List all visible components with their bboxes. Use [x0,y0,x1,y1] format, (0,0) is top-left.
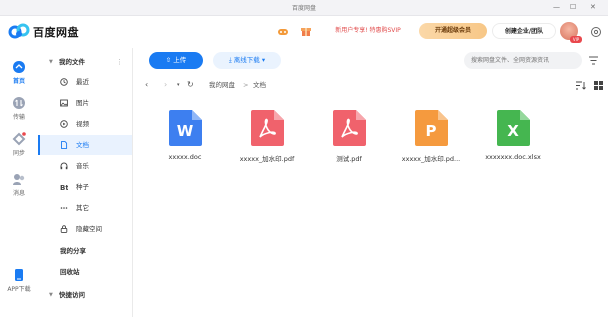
file-item[interactable]: W xxxxx.doc [143,110,227,161]
rail-label-sync: 同步 [12,150,25,157]
nav-item-images[interactable]: 图片 [38,93,132,113]
file-item[interactable]: 测试.pdf [307,110,391,163]
file-name: 测试.pdf [336,155,362,163]
word-file-icon: W [169,110,202,146]
message-icon [13,174,25,185]
svg-text:W: W [177,122,194,140]
upload-button[interactable]: ⇧ 上传 [149,52,203,69]
rail-label-transfer: 传输 [12,114,25,121]
window-title: 百度网盘 [291,5,316,12]
svg-text:X: X [507,122,519,140]
file-name: xxxxx_加水印.pdf [239,155,295,163]
rail-label-message: 消息 [12,190,25,197]
rail-item-home[interactable]: 首页 [0,60,38,85]
create-enterprise-button[interactable]: 创建企业/团队 [492,23,556,39]
rail-label-home: 首页 [12,78,25,85]
pdf-file-icon [333,110,366,146]
toolbar: ⇧ 上传 ⤓ 离线下载 ▾ [133,48,608,74]
svg-text:P: P [426,122,437,140]
history-dropdown-icon[interactable]: ▾ [177,79,180,91]
forward-arrow-icon[interactable]: › [164,79,167,91]
more-icon [60,207,68,209]
game-icon[interactable] [277,25,289,37]
rail-item-sync[interactable]: 同步 [0,132,38,157]
offline-download-button[interactable]: ⤓ 离线下载 ▾ [213,52,281,69]
maximize-button[interactable]: ☐ [570,2,576,12]
headphones-icon [60,162,68,170]
nav-my-share[interactable]: 我的分享 [38,241,132,261]
gear-icon[interactable] [590,26,602,38]
file-item[interactable]: X xxxxxxx.doc.xlsx [471,110,555,161]
lock-icon [60,225,68,233]
nav-item-hidden-space[interactable]: 隐藏空间 [38,219,132,239]
vip-badge: VIP [570,36,582,43]
title-bar: 百度网盘 — ☐ ✕ [0,0,608,16]
rail-label-app-download: APP下载 [7,286,31,293]
file-nav-panel: ▼ 我的文件 ⋮ 最近 图片 视频 文档 音乐 Bt 种子 其它 隐藏空间 我的… [38,48,133,317]
torrent-icon: Bt [60,184,68,191]
excel-file-icon: X [497,110,530,146]
close-button[interactable]: ✕ [590,2,596,12]
nav-item-others[interactable]: 其它 [38,198,132,218]
nav-recycle-bin[interactable]: 回收站 [38,262,132,282]
ppt-file-icon: P [415,110,448,146]
file-item[interactable]: xxxxx_加水印.pdf [225,110,309,163]
back-arrow-icon[interactable]: ‹ [145,79,148,91]
open-vip-button[interactable]: 开通超级会员 [419,23,487,39]
file-name: xxxxx_加水印.pd... [401,155,461,163]
nav-item-recent[interactable]: 最近 [38,72,132,92]
rail-item-transfer[interactable]: 传输 [0,96,38,121]
home-icon [13,61,25,73]
chevron-down-icon: ▾ [259,56,266,64]
transfer-icon [13,97,25,109]
file-name: xxxxx.doc [168,153,202,161]
left-rail: 首页 传输 同步 消息 APP下载 [0,48,38,317]
nav-item-torrents[interactable]: Bt 种子 [38,177,132,197]
grid-view-icon[interactable] [593,80,604,91]
app-window: 百度网盘 — ☐ ✕ 百度网盘 新用户专享! 特惠购SVIP 开通超级会员 创建… [0,0,608,317]
header: 百度网盘 新用户专享! 特惠购SVIP 开通超级会员 创建企业/团队 VIP [0,16,608,48]
rail-item-message[interactable]: 消息 [0,172,38,197]
document-icon [61,141,68,149]
nav-quick-access[interactable]: ▼ 快捷访问 [38,285,132,305]
sort-icon[interactable] [575,80,586,91]
chevron-down-icon: ▼ [49,59,53,65]
clock-icon [60,78,68,86]
nav-item-music[interactable]: 音乐 [38,156,132,176]
chevron-down-icon: ▼ [49,292,53,298]
refresh-icon[interactable]: ↻ [187,79,194,91]
app-download-icon [15,269,23,281]
baidu-netdisk-logo-icon [8,23,30,39]
minimize-button[interactable]: — [553,2,560,12]
svip-promo-link[interactable]: 新用户专享! 特惠购SVIP [324,23,412,39]
file-grid: W xxxxx.doc xxxxx_加水印.pdf 测试.pdf P xxxxx… [133,94,608,317]
breadcrumb-root[interactable]: 我的网盘 [209,80,235,90]
nav-item-videos[interactable]: 视频 [38,114,132,134]
file-name: xxxxxxx.doc.xlsx [485,153,541,161]
breadcrumb-separator: > [243,81,249,89]
search-input[interactable] [464,52,582,69]
pdf-file-icon [251,110,284,146]
filter-icon[interactable] [588,55,599,66]
file-item[interactable]: P xxxxx_加水印.pd... [389,110,473,163]
rail-item-app-download[interactable]: APP下载 [0,268,38,293]
image-icon [60,99,68,107]
sync-icon [12,132,26,146]
svg-text:Bt: Bt [60,184,68,191]
nav-my-files[interactable]: ▼ 我的文件 ⋮ [38,52,132,72]
path-bar: ‹ › ▾ ↻ 我的网盘 > 文档 [133,76,608,94]
more-icon[interactable]: ⋮ [116,52,123,72]
gift-icon[interactable] [300,25,312,37]
brand-name: 百度网盘 [33,26,79,39]
nav-item-documents[interactable]: 文档 [38,135,132,155]
video-icon [60,120,68,128]
breadcrumb-current: 文档 [253,81,266,89]
